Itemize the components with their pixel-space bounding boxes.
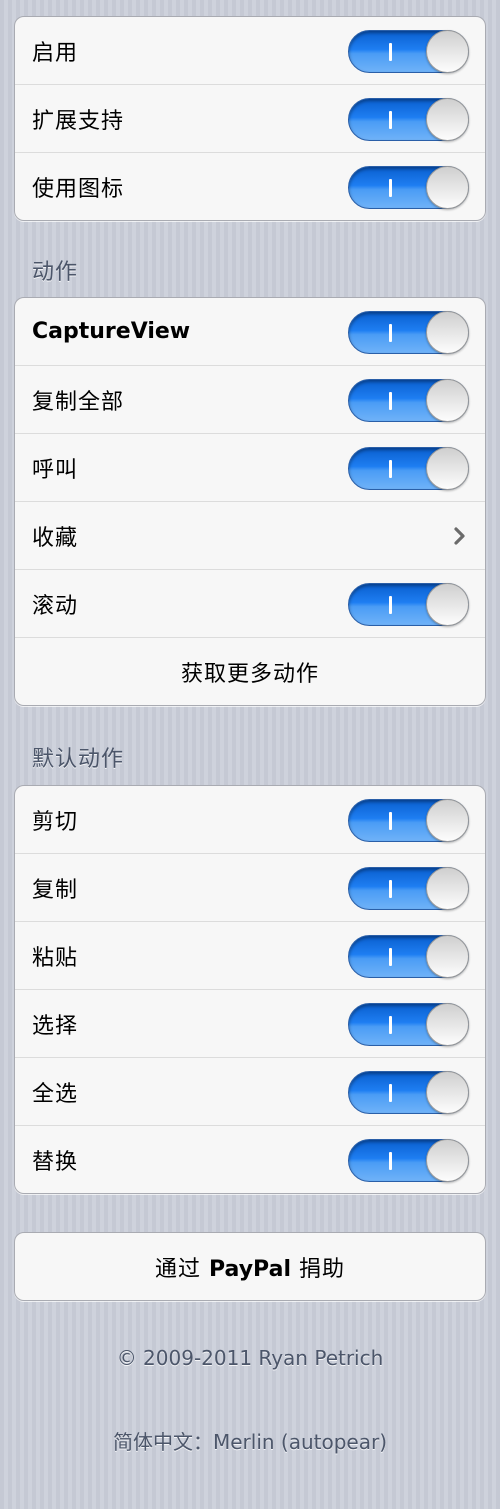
extended-support-row[interactable]: 扩展支持: [15, 84, 485, 152]
enable-label: 启用: [32, 40, 79, 66]
scroll-row[interactable]: 滚动: [15, 569, 485, 637]
extended-support-label: 扩展支持: [32, 108, 125, 134]
captureview-row[interactable]: CaptureView: [15, 298, 485, 365]
paste-label: 粘贴: [32, 945, 79, 971]
switch-knob[interactable]: [426, 310, 469, 354]
extended-support-switch[interactable]: [348, 97, 469, 141]
switch-knob[interactable]: [426, 165, 469, 209]
switch-knob[interactable]: [426, 798, 469, 842]
copyright-text: © 2009-2011 Ryan Petrich: [116, 1346, 384, 1370]
enable-row[interactable]: 启用: [15, 17, 485, 84]
switch-on-indicator: [389, 811, 392, 830]
default-actions-section-title: 默认动作: [32, 747, 125, 772]
general-settings-group: 启用 扩展支持 使用图标: [14, 16, 486, 221]
get-more-actions-label: 获取更多动作: [180, 661, 319, 687]
replace-row[interactable]: 替换: [15, 1125, 485, 1193]
copy-all-label: 复制全部: [32, 389, 125, 415]
call-row[interactable]: 呼叫: [15, 433, 485, 501]
donate-paypal-button[interactable]: 通过 PayPal 捐助: [15, 1233, 485, 1300]
get-more-actions-button[interactable]: 获取更多动作: [15, 637, 485, 705]
default-actions-group: 剪切 复制 粘贴 选择 全选 替换: [14, 785, 486, 1194]
paypal-brand: PayPal: [209, 1256, 291, 1282]
switch-knob[interactable]: [426, 446, 469, 490]
use-icons-label: 使用图标: [32, 176, 125, 202]
switch-on-indicator: [389, 947, 392, 966]
select-label: 选择: [32, 1013, 79, 1039]
switch-on-indicator: [389, 595, 392, 614]
enable-switch[interactable]: [348, 29, 469, 73]
replace-switch[interactable]: [348, 1138, 469, 1182]
use-icons-row[interactable]: 使用图标: [15, 152, 485, 220]
translation-credit-text: 简体中文：Merlin (autopear): [112, 1430, 388, 1454]
paste-switch[interactable]: [348, 934, 469, 978]
switch-knob[interactable]: [426, 1070, 469, 1114]
favorites-row[interactable]: 收藏: [15, 501, 485, 569]
select-row[interactable]: 选择: [15, 989, 485, 1057]
switch-knob[interactable]: [426, 29, 469, 73]
cut-switch[interactable]: [348, 798, 469, 842]
replace-label: 替换: [32, 1149, 79, 1175]
donate-label: 通过 PayPal 捐助: [15, 1251, 485, 1283]
select-switch[interactable]: [348, 1002, 469, 1046]
favorites-label: 收藏: [32, 525, 79, 551]
select-all-switch[interactable]: [348, 1070, 469, 1114]
captureview-label: CaptureView: [32, 319, 191, 344]
switch-on-indicator: [389, 1083, 392, 1102]
switch-on-indicator: [389, 879, 392, 898]
switch-on-indicator: [389, 1015, 392, 1034]
switch-on-indicator: [389, 323, 392, 342]
switch-knob[interactable]: [426, 582, 469, 626]
switch-on-indicator: [389, 1151, 392, 1170]
scroll-label: 滚动: [32, 593, 79, 619]
paste-row[interactable]: 粘贴: [15, 921, 485, 989]
select-all-label: 全选: [32, 1081, 79, 1107]
scroll-switch[interactable]: [348, 582, 469, 626]
call-switch[interactable]: [348, 446, 469, 490]
switch-knob[interactable]: [426, 866, 469, 910]
actions-section-title: 动作: [32, 260, 79, 285]
donate-prefix: 通过: [155, 1256, 210, 1282]
chevron-right-icon: [454, 526, 465, 545]
donate-suffix: 捐助: [290, 1256, 345, 1282]
copy-label: 复制: [32, 877, 79, 903]
copy-all-row[interactable]: 复制全部: [15, 365, 485, 433]
switch-on-indicator: [389, 42, 392, 61]
switch-on-indicator: [389, 459, 392, 478]
switch-knob[interactable]: [426, 378, 469, 422]
switch-on-indicator: [389, 391, 392, 410]
switch-knob[interactable]: [426, 1002, 469, 1046]
switch-knob[interactable]: [426, 1138, 469, 1182]
switch-knob[interactable]: [426, 934, 469, 978]
select-all-row[interactable]: 全选: [15, 1057, 485, 1125]
copy-row[interactable]: 复制: [15, 853, 485, 921]
actions-group: CaptureView 复制全部 呼叫 收藏 滚动 获取更多动作: [14, 297, 486, 706]
captureview-switch[interactable]: [348, 310, 469, 354]
switch-on-indicator: [389, 178, 392, 197]
call-label: 呼叫: [32, 457, 79, 483]
donate-group: 通过 PayPal 捐助: [14, 1232, 486, 1301]
use-icons-switch[interactable]: [348, 165, 469, 209]
cut-row[interactable]: 剪切: [15, 786, 485, 853]
switch-on-indicator: [389, 110, 392, 129]
copy-all-switch[interactable]: [348, 378, 469, 422]
copy-switch[interactable]: [348, 866, 469, 910]
switch-knob[interactable]: [426, 97, 469, 141]
cut-label: 剪切: [32, 809, 79, 835]
